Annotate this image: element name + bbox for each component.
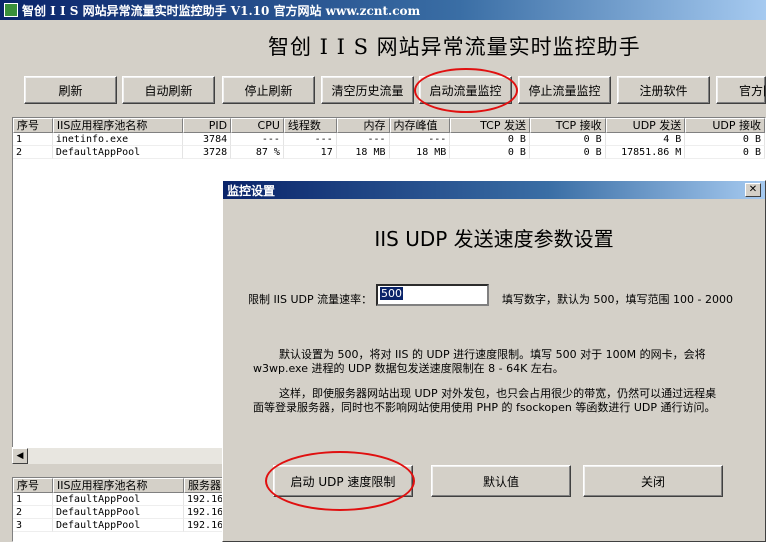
default-value-button[interactable]: 默认值 — [431, 465, 571, 497]
description-text-1: 默认设置为 500，将对 IIS 的 UDP 进行速度限制。填写 500 对于 … — [253, 348, 706, 375]
col-index[interactable]: 序号 — [13, 478, 53, 493]
cell-tcp-recv: 0 B — [529, 146, 606, 159]
stop-refresh-button[interactable]: 停止刷新 — [222, 76, 315, 104]
start-monitor-button[interactable]: 启动流量监控 — [419, 76, 512, 104]
cell-cpu: 87 % — [231, 146, 284, 159]
cell-udp-recv: 0 B — [685, 133, 765, 146]
cell-index: 2 — [13, 506, 53, 519]
cell-pool-name: DefaultAppPool — [53, 519, 184, 532]
col-udp-send[interactable]: UDP 发送 — [605, 118, 686, 133]
col-cpu[interactable]: CPU — [231, 118, 284, 133]
window-title: 智创 I I S 网站异常流量实时监控助手 V1.10 官方网站 www.zcn… — [22, 3, 421, 18]
rate-input[interactable]: 500 — [376, 284, 489, 306]
horizontal-scrollbar[interactable]: ◀ — [12, 447, 242, 464]
close-icon[interactable]: ✕ — [745, 183, 761, 197]
window-titlebar: 智创 I I S 网站异常流量实时监控助手 V1.10 官方网站 www.zcn… — [0, 0, 766, 20]
process-table-header: 序号 IIS应用程序池名称 PID CPU 线程数 内存 内存峰值 TCP 发送… — [13, 118, 765, 133]
register-button[interactable]: 注册软件 — [617, 76, 710, 104]
cell-index: 1 — [13, 133, 53, 146]
table-row[interactable]: 1 inetinfo.exe 3784 --- --- --- --- 0 B … — [13, 133, 765, 146]
col-pid[interactable]: PID — [183, 118, 232, 133]
cell-cpu: --- — [231, 133, 284, 146]
app-icon — [4, 3, 18, 17]
clear-history-button[interactable]: 清空历史流量 — [321, 76, 414, 104]
auto-refresh-button[interactable]: 自动刷新 — [122, 76, 215, 104]
cell-index: 3 — [13, 519, 53, 532]
col-index[interactable]: 序号 — [13, 118, 53, 133]
cell-pool-name: inetinfo.exe — [52, 133, 184, 146]
page-title: 智创 I I S 网站异常流量实时监控助手 — [268, 35, 641, 59]
cell-udp-send: 4 B — [605, 133, 686, 146]
cell-pool-name: DefaultAppPool — [53, 493, 184, 506]
cell-udp-recv: 0 B — [685, 146, 765, 159]
rate-label: 限制 IIS UDP 流量速率： — [248, 293, 373, 306]
cell-pool-name: DefaultAppPool — [52, 146, 184, 159]
cell-pid: 3728 — [183, 146, 232, 159]
rate-input-value: 500 — [380, 287, 403, 300]
cell-memory-peak: 18 MB — [389, 146, 451, 159]
connections-table-header: 序号 IIS应用程序池名称 服务器 — [13, 478, 241, 493]
cell-threads: 17 — [283, 146, 337, 159]
table-row[interactable]: 2 DefaultAppPool 3728 87 % 17 18 MB 18 M… — [13, 146, 765, 159]
table-row[interactable]: 3 DefaultAppPool 192.16 — [13, 519, 241, 532]
cell-index: 1 — [13, 493, 53, 506]
start-udp-limit-button[interactable]: 启动 UDP 速度限制 — [273, 465, 413, 497]
col-pool-name[interactable]: IIS应用程序池名称 — [52, 118, 184, 133]
cell-tcp-send: 0 B — [450, 146, 530, 159]
dialog-heading: IIS UDP 发送速度参数设置 — [374, 227, 614, 251]
col-memory-peak[interactable]: 内存峰值 — [389, 118, 451, 133]
col-tcp-send[interactable]: TCP 发送 — [450, 118, 530, 133]
col-udp-recv[interactable]: UDP 接收 — [685, 118, 765, 133]
cell-pid: 3784 — [183, 133, 232, 146]
cell-udp-send: 17851.86 M — [605, 146, 686, 159]
cell-pool-name: DefaultAppPool — [53, 506, 184, 519]
table-row[interactable]: 1 DefaultAppPool 192.16 — [13, 493, 241, 506]
dialog-title: 监控设置 — [227, 183, 276, 198]
table-row[interactable]: 2 DefaultAppPool 192.16 — [13, 506, 241, 519]
close-button[interactable]: 关闭 — [583, 465, 723, 497]
rate-hint: 填写数字，默认为 500，填写范围 100 - 2000 — [502, 293, 733, 306]
cell-tcp-recv: 0 B — [529, 133, 606, 146]
scroll-left-arrow-icon[interactable]: ◀ — [12, 448, 28, 464]
cell-index: 2 — [13, 146, 53, 159]
col-threads[interactable]: 线程数 — [283, 118, 337, 133]
col-pool-name[interactable]: IIS应用程序池名称 — [53, 478, 184, 493]
cell-tcp-send: 0 B — [450, 133, 530, 146]
cell-threads: --- — [283, 133, 337, 146]
description-paragraph-1: 默认设置为 500，将对 IIS 的 UDP 进行速度限制。填写 500 对于 … — [253, 348, 723, 376]
dialog-titlebar[interactable]: 监控设置 ✕ — [223, 181, 765, 199]
refresh-button[interactable]: 刷新 — [24, 76, 117, 104]
official-site-button[interactable]: 官方网 — [716, 76, 766, 104]
connections-table[interactable]: 序号 IIS应用程序池名称 服务器 1 DefaultAppPool 192.1… — [12, 477, 242, 542]
monitor-settings-dialog: 监控设置 ✕ IIS UDP 发送速度参数设置 限制 IIS UDP 流量速率：… — [222, 180, 766, 542]
description-text-2: 这样，即使服务器网站出现 UDP 对外发包，也只会占用很少的带宽，仍然可以通过远… — [253, 387, 717, 414]
stop-monitor-button[interactable]: 停止流量监控 — [518, 76, 611, 104]
col-tcp-recv[interactable]: TCP 接收 — [529, 118, 606, 133]
cell-memory: --- — [336, 133, 390, 146]
cell-memory-peak: --- — [389, 133, 451, 146]
col-memory[interactable]: 内存 — [336, 118, 390, 133]
cell-memory: 18 MB — [336, 146, 390, 159]
description-paragraph-2: 这样，即使服务器网站出现 UDP 对外发包，也只会占用很少的带宽，仍然可以通过远… — [253, 387, 723, 415]
